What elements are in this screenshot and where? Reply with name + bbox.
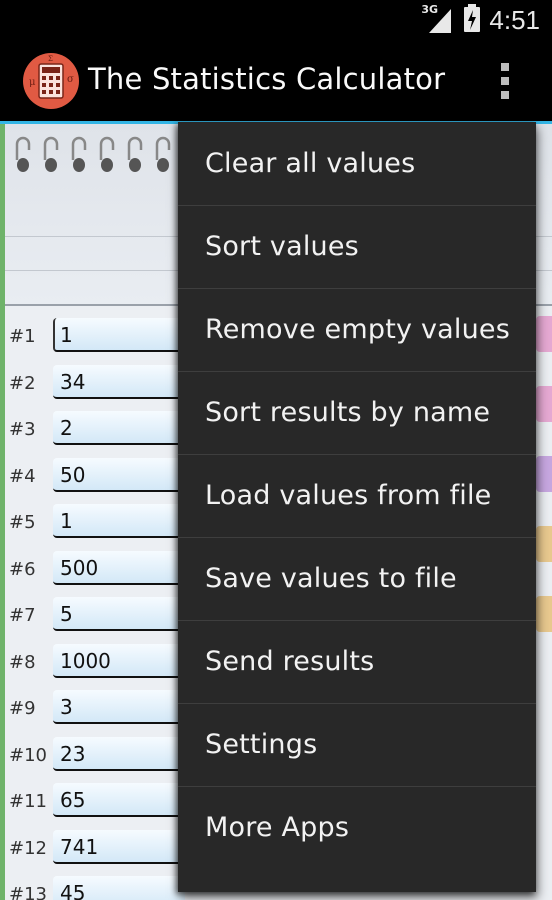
battery-charging-icon xyxy=(463,3,481,37)
menu-item-label: Send results xyxy=(205,646,375,677)
value-input[interactable] xyxy=(53,504,185,538)
spiral-binding xyxy=(12,130,202,174)
value-text: 65 xyxy=(60,788,86,812)
value-index: #7 xyxy=(9,605,36,626)
value-text: 741 xyxy=(60,834,99,859)
spiral-ring-icon xyxy=(12,130,34,174)
value-text: 45 xyxy=(60,881,86,900)
calculator-icon[interactable]: μ σ Σ xyxy=(22,52,80,110)
value-text: 1 xyxy=(60,323,73,347)
value-index: #4 xyxy=(9,465,36,487)
menu-item-label: Clear all values xyxy=(205,148,416,179)
menu-item-remove-empty-values[interactable]: Remove empty values xyxy=(178,288,536,371)
app-title: The Statistics Calculator xyxy=(88,62,446,96)
menu-item-settings[interactable]: Settings xyxy=(178,703,536,786)
value-text: 1000 xyxy=(60,648,111,673)
value-text: 34 xyxy=(60,369,86,394)
spiral-ring-icon xyxy=(40,130,62,174)
menu-item-save-values-to-file[interactable]: Save values to file xyxy=(178,537,536,620)
spiral-ring-icon xyxy=(124,130,146,174)
overflow-menu: Clear all values Sort values Remove empt… xyxy=(178,122,536,892)
value-text: 2 xyxy=(60,416,73,440)
overflow-menu-button[interactable] xyxy=(492,58,518,104)
menu-item-label: Save values to file xyxy=(205,563,457,594)
svg-text:σ: σ xyxy=(67,74,74,85)
status-icons: 3G 4:51 xyxy=(421,0,540,40)
value-text: 1 xyxy=(60,509,73,533)
value-input[interactable] xyxy=(53,690,185,724)
menu-item-label: Load values from file xyxy=(205,480,492,511)
menu-item-label: More Apps xyxy=(205,812,350,843)
value-index: #13 xyxy=(9,884,47,900)
value-index: #5 xyxy=(9,512,36,533)
menu-item-sort-values[interactable]: Sort values xyxy=(178,205,536,288)
overflow-dot xyxy=(501,63,509,71)
value-index: #12 xyxy=(9,837,47,859)
spiral-ring-icon xyxy=(68,130,90,174)
overflow-dot xyxy=(501,77,509,85)
value-index: #1 xyxy=(9,326,36,347)
svg-text:μ: μ xyxy=(29,77,36,88)
menu-item-label: Settings xyxy=(205,729,318,760)
status-bar: 3G 4:51 xyxy=(0,0,552,40)
value-input[interactable] xyxy=(53,411,185,445)
value-text: 23 xyxy=(60,741,86,766)
value-text: 3 xyxy=(60,695,73,719)
value-index: #11 xyxy=(9,791,47,812)
menu-item-load-values-from-file[interactable]: Load values from file xyxy=(178,454,536,537)
value-index: #9 xyxy=(9,698,36,719)
menu-item-more-apps[interactable]: More Apps xyxy=(178,786,536,869)
spiral-ring-icon xyxy=(96,130,118,174)
overflow-dot xyxy=(501,91,509,99)
value-text: 500 xyxy=(60,555,99,580)
svg-text:Σ: Σ xyxy=(48,55,53,63)
menu-item-label: Remove empty values xyxy=(205,314,510,345)
menu-item-label: Sort results by name xyxy=(205,397,491,428)
menu-item-send-results[interactable]: Send results xyxy=(178,620,536,703)
cell-signal-icon: 3G xyxy=(421,3,455,35)
spiral-ring-icon xyxy=(152,130,174,174)
value-index: #10 xyxy=(9,744,47,766)
action-bar: μ σ Σ The Statistics Calculator xyxy=(0,40,552,122)
value-index: #8 xyxy=(9,651,36,673)
menu-item-label: Sort values xyxy=(205,231,359,262)
value-input[interactable] xyxy=(53,318,185,352)
value-text: 5 xyxy=(60,602,73,626)
network-type-label: 3G xyxy=(421,3,439,16)
menu-item-clear-all-values[interactable]: Clear all values xyxy=(178,122,536,205)
value-index: #2 xyxy=(9,372,36,394)
value-index: #3 xyxy=(9,419,36,440)
value-index: #6 xyxy=(9,558,36,580)
menu-item-sort-results-by-name[interactable]: Sort results by name xyxy=(178,371,536,454)
value-input[interactable] xyxy=(53,597,185,631)
clock: 4:51 xyxy=(489,4,540,35)
value-text: 50 xyxy=(60,462,86,487)
